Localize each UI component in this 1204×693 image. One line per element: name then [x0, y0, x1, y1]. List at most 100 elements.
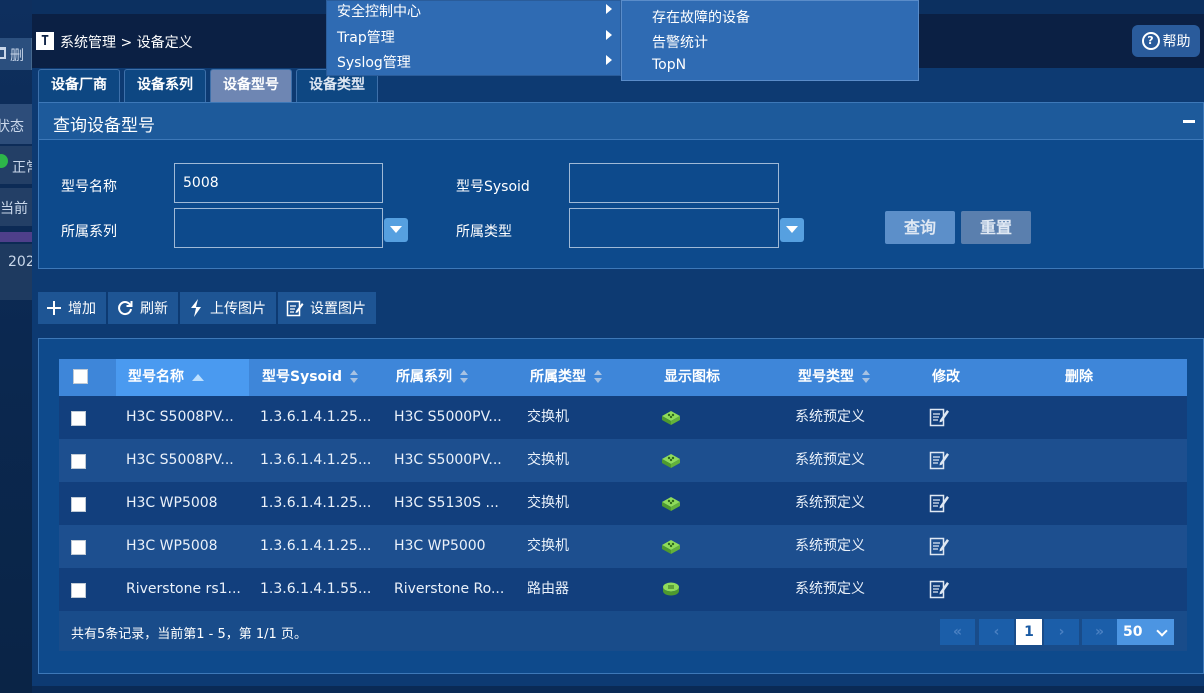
query-panel-title: 查询设备型号 — [53, 116, 155, 136]
submenu-item-faulty-devices[interactable]: 存在故障的设备 — [652, 7, 750, 27]
row-checkbox[interactable] — [71, 583, 86, 598]
edit-icon[interactable] — [928, 525, 950, 568]
query-panel: 查询设备型号 型号名称 5008 型号Sysoid 所属系列 所属类型 查询 重… — [38, 102, 1204, 269]
menu-item-trap[interactable]: Trap管理 — [337, 27, 395, 47]
header-edit: 修改 — [932, 369, 960, 385]
series-select[interactable] — [174, 208, 383, 248]
cell-sysoid: 1.3.6.1.4.1.25... — [260, 538, 372, 554]
refresh-icon — [118, 301, 133, 316]
row-checkbox[interactable] — [71, 497, 86, 512]
prev-page-button[interactable]: ‹ — [979, 619, 1014, 645]
series-dropdown-icon[interactable] — [384, 218, 408, 242]
submenu-item-topn[interactable]: TopN — [652, 57, 686, 73]
device-definition-window: T 系统管理 > 设备定义 ? 帮助 设备厂商 设备系列 设备型号 设备类型 查… — [32, 14, 1204, 686]
table-row[interactable]: Riverstone rs1... 1.3.6.1.4.1.55... Rivers… — [59, 568, 1187, 611]
cell-type: 交换机 — [527, 409, 569, 425]
header-kind[interactable]: 型号类型 — [798, 359, 871, 396]
edit-icon[interactable] — [928, 396, 950, 439]
background-date-row: 202 — [0, 244, 32, 300]
submenu: 存在故障的设备 告警统计 TopN — [621, 0, 919, 81]
header-model-name[interactable]: 型号名称 — [116, 359, 249, 396]
add-label: 增加 — [68, 301, 96, 317]
submenu-arrow-icon — [606, 4, 612, 14]
model-name-input[interactable]: 5008 — [174, 163, 383, 203]
header-series[interactable]: 所属系列 — [396, 359, 469, 396]
query-panel-header: 查询设备型号 — [39, 103, 1203, 140]
reset-button[interactable]: 重置 — [961, 211, 1031, 244]
sysoid-label: 型号Sysoid — [456, 179, 530, 195]
device-model-table: 型号名称 型号Sysoid 所属系列 所属类型 显示图标 型号类型 修改 删除 … — [59, 359, 1187, 651]
submenu-item-alarm-stats[interactable]: 告警统计 — [652, 32, 708, 52]
table-row[interactable]: H3C S5008PV... 1.3.6.1.4.1.25... H3C S5000… — [59, 396, 1187, 439]
sort-icon — [349, 370, 359, 384]
cell-model-name: H3C S5008PV... — [126, 452, 234, 468]
cell-model-name: H3C S5008PV... — [126, 409, 234, 425]
type-dropdown-icon[interactable] — [780, 218, 804, 242]
background-status-row: 正常 — [0, 146, 32, 184]
switch-icon — [660, 396, 682, 439]
switch-icon — [660, 439, 682, 482]
edit-image-icon — [286, 300, 304, 317]
router-icon — [660, 568, 682, 611]
page-size-select[interactable]: 50 — [1117, 619, 1174, 645]
cell-type: 交换机 — [527, 452, 569, 468]
cell-model-name: Riverstone rs1... — [126, 581, 241, 597]
collapse-icon[interactable] — [1183, 120, 1195, 123]
cell-kind: 系统预定义 — [795, 452, 865, 468]
cell-sysoid: 1.3.6.1.4.1.25... — [260, 495, 372, 511]
tab-device-series[interactable]: 设备系列 — [124, 69, 206, 102]
table-header: 型号名称 型号Sysoid 所属系列 所属类型 显示图标 型号类型 修改 删除 — [59, 359, 1187, 396]
sort-icon — [594, 370, 603, 384]
menu-item-syslog[interactable]: Syslog管理 — [337, 52, 411, 72]
upload-image-button[interactable]: 上传图片 — [180, 292, 276, 324]
upload-icon — [191, 299, 201, 317]
menu-item-security-center[interactable]: 安全控制中心 — [337, 1, 421, 21]
set-image-button[interactable]: 设置图片 — [278, 292, 376, 324]
header-kind-label: 型号类型 — [798, 369, 854, 385]
switch-icon — [660, 525, 682, 568]
sort-asc-icon — [192, 373, 204, 381]
submenu-arrow-icon — [606, 30, 612, 40]
header-icon: 显示图标 — [664, 369, 720, 385]
last-page-button[interactable]: » — [1082, 619, 1117, 645]
header-sysoid[interactable]: 型号Sysoid — [262, 359, 359, 396]
refresh-button[interactable]: 刷新 — [108, 292, 178, 324]
help-label: 帮助 — [1162, 34, 1191, 50]
select-all-checkbox[interactable] — [73, 369, 88, 384]
breadcrumb: 系统管理 > 设备定义 — [60, 35, 193, 51]
sysoid-input[interactable] — [569, 163, 779, 203]
cell-series: Riverstone Ro... — [394, 581, 505, 597]
chevron-down-icon — [1156, 625, 1168, 637]
plus-icon — [47, 301, 61, 315]
first-page-button[interactable]: « — [940, 619, 975, 645]
tab-device-model[interactable]: 设备型号 — [210, 69, 292, 102]
grid-toolbar: 增加 刷新 上传图片 设置图片 — [38, 292, 376, 324]
current-page-button[interactable]: 1 — [1016, 619, 1042, 645]
next-page-button[interactable]: › — [1044, 619, 1079, 645]
edit-icon[interactable] — [928, 439, 950, 482]
row-checkbox[interactable] — [71, 411, 86, 426]
add-button[interactable]: 增加 — [38, 292, 106, 324]
search-button[interactable]: 查询 — [885, 211, 955, 244]
table-row[interactable]: H3C WP5008 1.3.6.1.4.1.25... H3C S5130S ..… — [59, 482, 1187, 525]
tab-device-vendor[interactable]: 设备厂商 — [38, 69, 120, 102]
row-checkbox[interactable] — [71, 540, 86, 555]
pagination-bar: 共有5条记录，当前第1 - 5，第 1/1 页。 « ‹ 1 › » 50 — [59, 611, 1187, 651]
refresh-label: 刷新 — [140, 301, 168, 317]
table-row[interactable]: H3C S5008PV... 1.3.6.1.4.1.25... H3C S5000… — [59, 439, 1187, 482]
background-date-label: 202 — [8, 254, 32, 270]
help-button[interactable]: ? 帮助 — [1132, 25, 1200, 57]
help-icon: ? — [1141, 32, 1160, 50]
table-row[interactable]: H3C WP5008 1.3.6.1.4.1.25... H3C WP5000 交换机… — [59, 525, 1187, 568]
cell-series: H3C S5130S ... — [394, 495, 499, 511]
row-checkbox[interactable] — [71, 454, 86, 469]
app-logo-icon: T — [36, 32, 54, 50]
edit-icon[interactable] — [928, 568, 950, 611]
cell-sysoid: 1.3.6.1.4.1.55... — [260, 581, 372, 597]
edit-icon[interactable] — [928, 482, 950, 525]
background-current-row: 当前 — [0, 188, 32, 226]
background-progress-bar — [0, 232, 32, 242]
type-select[interactable] — [569, 208, 779, 248]
header-type[interactable]: 所属类型 — [530, 359, 603, 396]
background-delete-label: 删 — [10, 48, 24, 64]
